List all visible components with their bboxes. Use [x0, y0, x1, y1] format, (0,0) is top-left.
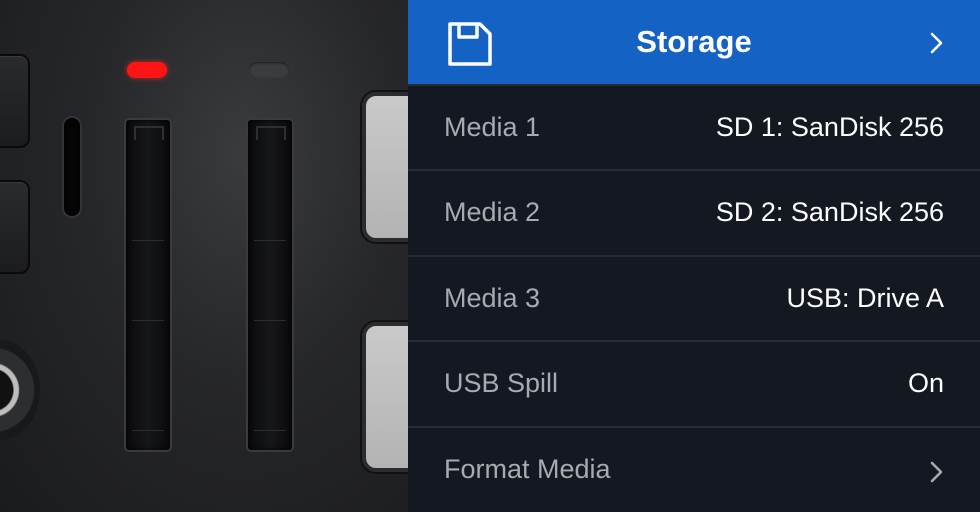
usb-spill-value: On	[907, 368, 944, 398]
format-media-row[interactable]: Format Media	[408, 426, 980, 511]
page-title: Storage	[636, 24, 752, 59]
grey-hardware-button-top	[362, 92, 408, 242]
media-3-row[interactable]: Media 3 USB: Drive A	[408, 255, 980, 340]
chevron-right-icon	[930, 461, 943, 483]
usb-spill-label: USB Spill	[444, 368, 559, 398]
narrow-slot	[64, 118, 80, 216]
headphone-jack	[0, 340, 40, 440]
media-2-value: SD 2: SanDisk 256	[715, 197, 944, 227]
media-3-value: USB: Drive A	[786, 283, 944, 313]
media-2-row[interactable]: Media 2 SD 2: SanDisk 256	[408, 169, 980, 254]
grey-hardware-button-bottom	[362, 322, 408, 472]
hardware-panel	[0, 0, 408, 512]
format-media-label: Format Media	[444, 454, 611, 484]
sd-card-slot-2	[246, 118, 294, 452]
media-2-label: Media 2	[444, 197, 541, 227]
chevron-right-icon[interactable]	[930, 32, 944, 54]
media-1-label: Media 1	[444, 112, 541, 142]
storage-header[interactable]: Storage	[408, 0, 980, 84]
media-1-row[interactable]: Media 1 SD 1: SanDisk 256	[408, 84, 980, 169]
side-button-bottom	[0, 180, 30, 274]
storage-menu: Storage Media 1 SD 1: SanDisk 256 Media …	[408, 0, 980, 512]
side-button-top	[0, 54, 30, 148]
recording-led-off	[249, 62, 289, 78]
usb-spill-row[interactable]: USB Spill On	[408, 340, 980, 425]
recording-led-red	[127, 62, 167, 78]
sd-card-slot-1	[124, 118, 172, 452]
media-1-value: SD 1: SanDisk 256	[715, 112, 944, 142]
media-3-label: Media 3	[444, 283, 541, 313]
